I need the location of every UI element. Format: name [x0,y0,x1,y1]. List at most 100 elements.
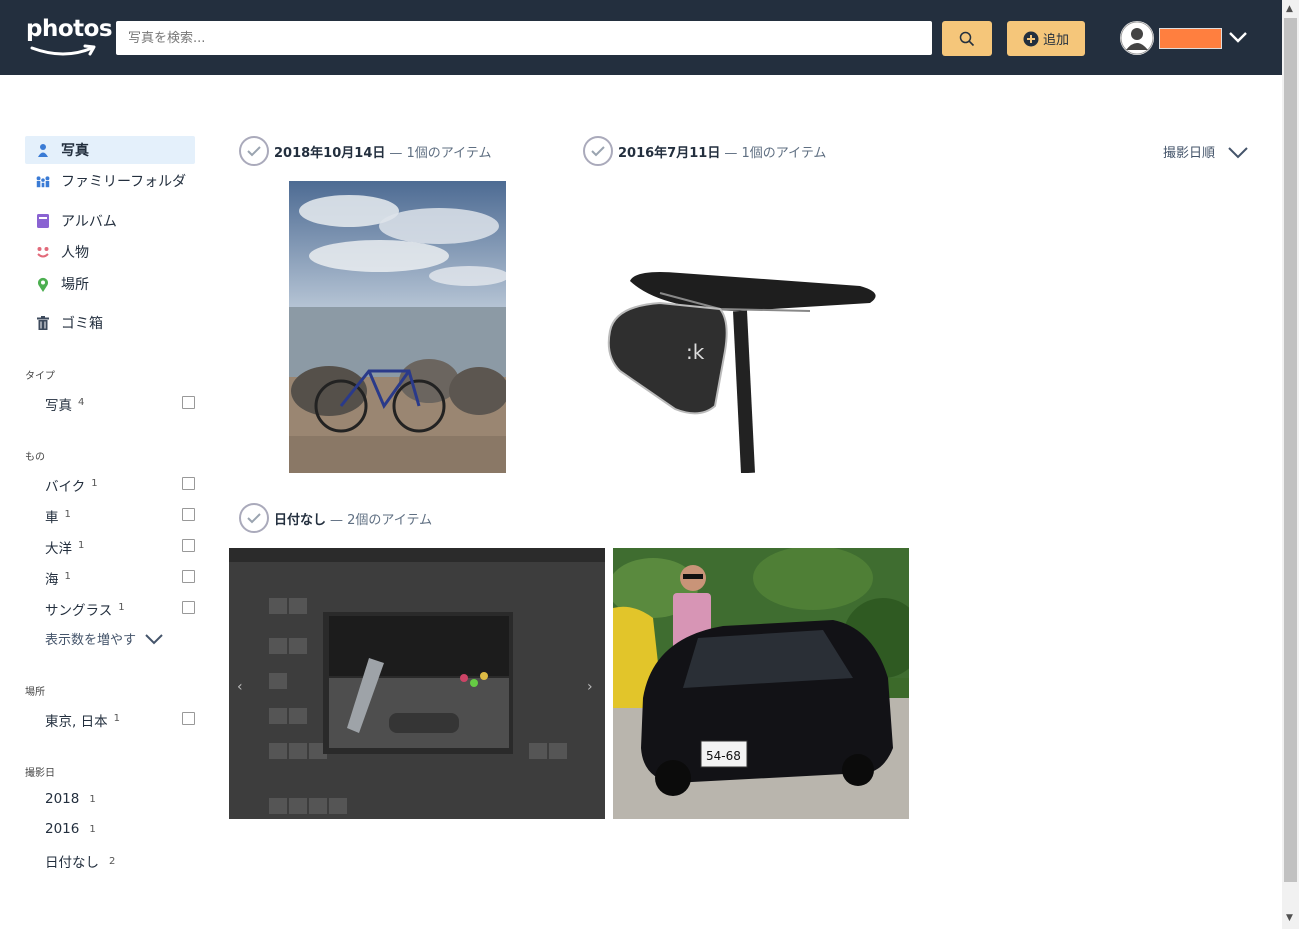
face-icon [35,244,51,260]
group-count: — 1個のアイテム [724,145,827,161]
filter-label: 東京, 日本 [45,714,108,730]
add-button[interactable]: 追加 [1007,21,1085,56]
scroll-thumb[interactable] [1284,18,1297,882]
photo-thumbnail-saddle-bag[interactable]: :k [600,181,890,473]
svg-text:‹: ‹ [237,679,243,695]
filter-checkbox[interactable] [182,539,195,552]
photos-logo[interactable]: photos [26,16,113,64]
filter-count: 1 [113,712,120,724]
show-more-label: 表示数を増やす [45,633,137,648]
filter-count: 1 [64,508,71,520]
plus-circle-icon [1023,31,1039,46]
sidebar-item-people[interactable]: 人物 [25,238,195,266]
sidebar-item-albums[interactable]: アルバム [25,207,195,235]
chevron-down-icon [1228,146,1248,158]
filter-checkbox[interactable] [182,570,195,583]
filter-label: 写真 [45,398,72,414]
filter-label: 2016 [45,821,80,837]
select-group-checkmark-icon[interactable] [239,503,269,533]
filter-date-2018[interactable]: 2018 1 [45,791,96,807]
group-date: 2018年10月14日 [274,145,386,161]
sidebar-item-label: ファミリーフォルダ [61,174,187,190]
man-car-image: 54-68 [613,548,909,819]
filter-label: バイク [45,479,86,495]
filter-checkbox[interactable] [182,477,195,490]
filter-label: 日付なし [45,855,99,871]
sidebar-item-label: アルバム [61,214,117,230]
scroll-up-arrow-icon[interactable]: ▲ [1286,4,1293,14]
bicycle-beach-image [289,181,506,473]
avatar[interactable] [1120,21,1154,55]
scroll-down-arrow-icon[interactable]: ▼ [1286,913,1293,923]
photo-thumbnail-man-with-car[interactable]: 54-68 [613,548,909,819]
filter-thing-car[interactable]: 車 1 [45,506,195,526]
saddle-bag-image: :k [607,272,876,473]
chevron-down-icon[interactable] [1228,29,1248,45]
sort-label: 撮影日順 [1163,146,1216,161]
filter-date-2016[interactable]: 2016 1 [45,821,96,837]
group-count: — 2個のアイテム [330,512,433,528]
filter-thing-ocean[interactable]: 大洋 1 [45,537,195,557]
pin-icon [35,276,51,292]
add-button-label: 追加 [1042,33,1069,48]
filter-checkbox[interactable] [182,508,195,521]
group-header-undated: 日付なし — 2個のアイテム [239,503,432,533]
account-name-redacted[interactable] [1159,28,1222,49]
date-section-title: 撮影日 [25,768,55,779]
filter-label: 車 [45,510,59,526]
logo-text: photos [26,16,113,42]
filter-count: 1 [64,570,71,582]
top-bar: photos 追加 [0,0,1282,75]
user-silhouette-icon [1120,21,1154,55]
select-group-checkmark-icon[interactable] [239,136,269,166]
family-icon [35,173,51,189]
photo-thumbnail-bicycle-beach[interactable] [289,181,506,473]
sidebar-item-label: 場所 [61,277,89,293]
filter-count: 1 [118,601,125,613]
filter-checkbox[interactable] [182,712,195,725]
group-date: 2016年7月11日 [618,145,721,161]
group-header-2016-07-11: 2016年7月11日 — 1個のアイテム [583,136,826,166]
filter-thing-bike[interactable]: バイク 1 [45,475,195,495]
search-button[interactable] [942,21,992,56]
sidebar-item-label: 写真 [61,143,89,159]
things-section-title: もの [25,452,45,463]
search-icon [959,31,975,46]
sort-dropdown[interactable]: 撮影日順 [1163,142,1249,161]
search-input[interactable] [116,21,932,55]
filter-type-photo[interactable]: 写真 4 [45,394,195,414]
filter-count: 1 [89,793,96,805]
show-more-link[interactable]: 表示数を増やす [45,629,164,648]
filter-thing-sunglasses[interactable]: サングラス 1 [45,599,195,619]
filter-place-tokyo[interactable]: 東京, 日本 1 [45,710,195,730]
group-date: 日付なし [274,512,327,528]
smile-arrow-icon [30,44,96,56]
filter-checkbox[interactable] [182,396,195,409]
trash-icon [35,315,51,331]
filter-label: 2018 [45,791,80,807]
select-group-checkmark-icon[interactable] [583,136,613,166]
filter-thing-sea[interactable]: 海 1 [45,568,195,588]
svg-text:54-68: 54-68 [706,749,741,763]
sidebar-item-label: ゴミ箱 [61,316,103,332]
filter-count: 1 [89,823,96,835]
sidebar-item-places[interactable]: 場所 [25,270,195,298]
filter-label: 海 [45,572,59,588]
sidebar-item-label: 人物 [61,245,89,261]
filter-label: サングラス [45,603,113,619]
filter-count: 2 [109,855,116,867]
album-icon [35,213,51,229]
group-count: — 1個のアイテム [389,145,492,161]
filter-count: 4 [78,396,85,408]
filter-count: 1 [78,539,85,551]
group-header-2018-10-14: 2018年10月14日 — 1個のアイテム [239,136,491,166]
filter-checkbox[interactable] [182,601,195,614]
sidebar-item-family-folder[interactable]: ファミリーフォルダ [25,167,195,195]
type-section-title: タイプ [25,371,55,382]
photo-thumbnail-phone-screenshot[interactable]: ‹ › [229,548,605,819]
svg-text:›: › [587,679,593,695]
filter-date-undated[interactable]: 日付なし 2 [45,851,115,871]
sidebar-item-trash[interactable]: ゴミ箱 [25,309,195,337]
sidebar-item-photos[interactable]: 写真 [25,136,195,164]
vertical-scrollbar[interactable]: ▲ ▼ [1282,0,1299,929]
